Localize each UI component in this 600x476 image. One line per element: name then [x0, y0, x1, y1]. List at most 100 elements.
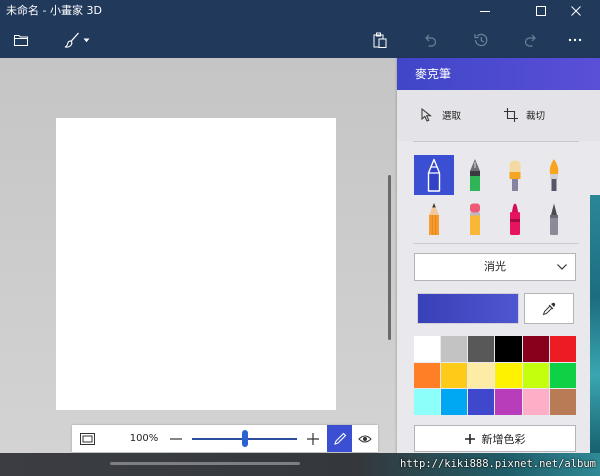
crop-icon [504, 108, 518, 122]
finish-selected-value: 消光 [484, 260, 506, 273]
palette-swatch[interactable] [495, 362, 522, 389]
minimize-button[interactable] [465, 0, 505, 22]
brush-calligraphy-pen-button[interactable] [455, 155, 495, 195]
palette-swatch[interactable] [414, 362, 441, 389]
palette-swatch[interactable] [549, 389, 576, 415]
title-bar: 未命名 - 小畫家 3D [0, 0, 600, 22]
paste-button[interactable] [367, 27, 393, 53]
select-button[interactable]: 選取 [421, 107, 461, 123]
zoom-out-button[interactable] [170, 425, 182, 452]
minimize-icon [480, 11, 490, 12]
palette-swatch[interactable] [549, 362, 576, 389]
undo-button[interactable] [417, 27, 443, 53]
palette-swatch[interactable] [441, 336, 468, 362]
chevron-down-icon [83, 38, 90, 42]
palette-swatch[interactable] [414, 389, 441, 415]
eraser-icon [470, 203, 480, 235]
oil-brush-icon [509, 160, 521, 191]
eyedropper-icon [542, 302, 556, 315]
crop-label: 裁切 [526, 111, 546, 122]
zoom-slider[interactable] [192, 425, 297, 452]
marker-icon [427, 158, 441, 192]
palette-swatch[interactable] [522, 389, 549, 415]
vertical-scrollbar[interactable] [388, 175, 391, 340]
selection-tools-row: 選取 裁切 [397, 90, 600, 141]
zoom-in-button[interactable] [307, 425, 319, 452]
divider [413, 141, 579, 142]
current-color-swatch[interactable] [417, 293, 519, 324]
redo-icon [524, 34, 536, 47]
paste-icon [373, 32, 387, 48]
add-color-label: 新增色彩 [481, 432, 526, 446]
palette-swatch[interactable] [468, 336, 495, 362]
view-mode-button[interactable] [355, 425, 375, 452]
brush-pencil-button[interactable] [414, 199, 454, 239]
divider [413, 243, 579, 244]
pixel-pen-icon [550, 203, 558, 235]
watercolor-icon [549, 159, 559, 191]
palette-swatch[interactable] [522, 336, 549, 362]
brush-crayon-button[interactable] [495, 199, 535, 239]
calligraphy-pen-icon [470, 159, 480, 191]
eye-icon [358, 435, 372, 442]
add-color-button[interactable]: 新增色彩 [414, 425, 576, 452]
palette-swatch[interactable] [468, 389, 495, 415]
zoom-bar: 100% [72, 425, 378, 452]
watermark: http://kiki888.pixnet.net/album [400, 458, 596, 470]
window-title: 未命名 - 小畫家 3D [6, 4, 102, 17]
pen-icon [333, 432, 346, 445]
close-icon [571, 6, 581, 16]
color-palette [414, 336, 576, 415]
zoom-level-label: 100% [129, 433, 159, 444]
brush-watercolor-button[interactable] [534, 155, 574, 195]
fit-screen-icon [79, 432, 95, 445]
palette-swatch[interactable] [522, 362, 549, 389]
plus-icon [307, 432, 319, 445]
minus-icon [170, 437, 182, 440]
brush-side-panel: 麥克筆 選取 裁切 消光 新增色彩 [397, 58, 600, 453]
history-icon [474, 33, 488, 47]
brush-eraser-button[interactable] [455, 199, 495, 239]
undo-icon [425, 34, 437, 47]
plus-icon [464, 433, 475, 444]
drawing-canvas[interactable] [56, 118, 336, 410]
palette-swatch[interactable] [495, 389, 522, 415]
pencil-icon [429, 203, 439, 235]
maximize-button[interactable] [521, 0, 561, 22]
palette-swatch[interactable] [549, 336, 576, 362]
palette-swatch[interactable] [468, 362, 495, 389]
canvas-workspace[interactable]: 100% [0, 58, 397, 453]
palette-swatch[interactable] [441, 389, 468, 415]
crayon-icon [510, 203, 520, 235]
maximize-icon [536, 6, 546, 16]
brush-icon [64, 32, 79, 48]
palette-swatch[interactable] [414, 336, 441, 362]
eyedropper-button[interactable] [524, 293, 574, 324]
horizontal-scrollbar[interactable] [110, 462, 300, 465]
history-button[interactable] [468, 27, 494, 53]
close-button[interactable] [561, 0, 591, 22]
brush-marker-button[interactable] [414, 155, 454, 195]
open-menu-button[interactable] [8, 27, 34, 53]
draw-mode-button[interactable] [327, 425, 352, 452]
chevron-down-icon [557, 264, 567, 270]
redo-button[interactable] [518, 27, 544, 53]
brush-menu-button[interactable] [60, 27, 94, 53]
crop-button[interactable]: 裁切 [504, 107, 545, 123]
select-icon [421, 108, 432, 122]
desktop-bottom-strip: http://kiki888.pixnet.net/album [0, 453, 600, 476]
brush-pixel-pen-button[interactable] [534, 199, 574, 239]
brush-oil-brush-button[interactable] [495, 155, 535, 195]
folder-icon [14, 35, 28, 46]
finish-dropdown[interactable]: 消光 [414, 253, 576, 281]
palette-swatch[interactable] [495, 336, 522, 362]
zoom-slider-thumb[interactable] [241, 430, 248, 447]
top-toolbar [0, 22, 600, 58]
more-button[interactable] [562, 27, 588, 53]
select-label: 選取 [442, 111, 462, 122]
desktop-wallpaper-edge [590, 195, 600, 453]
panel-title: 麥克筆 [397, 58, 600, 90]
more-icon [568, 38, 582, 42]
fit-to-screen-button[interactable] [76, 425, 98, 452]
palette-swatch[interactable] [441, 362, 468, 389]
